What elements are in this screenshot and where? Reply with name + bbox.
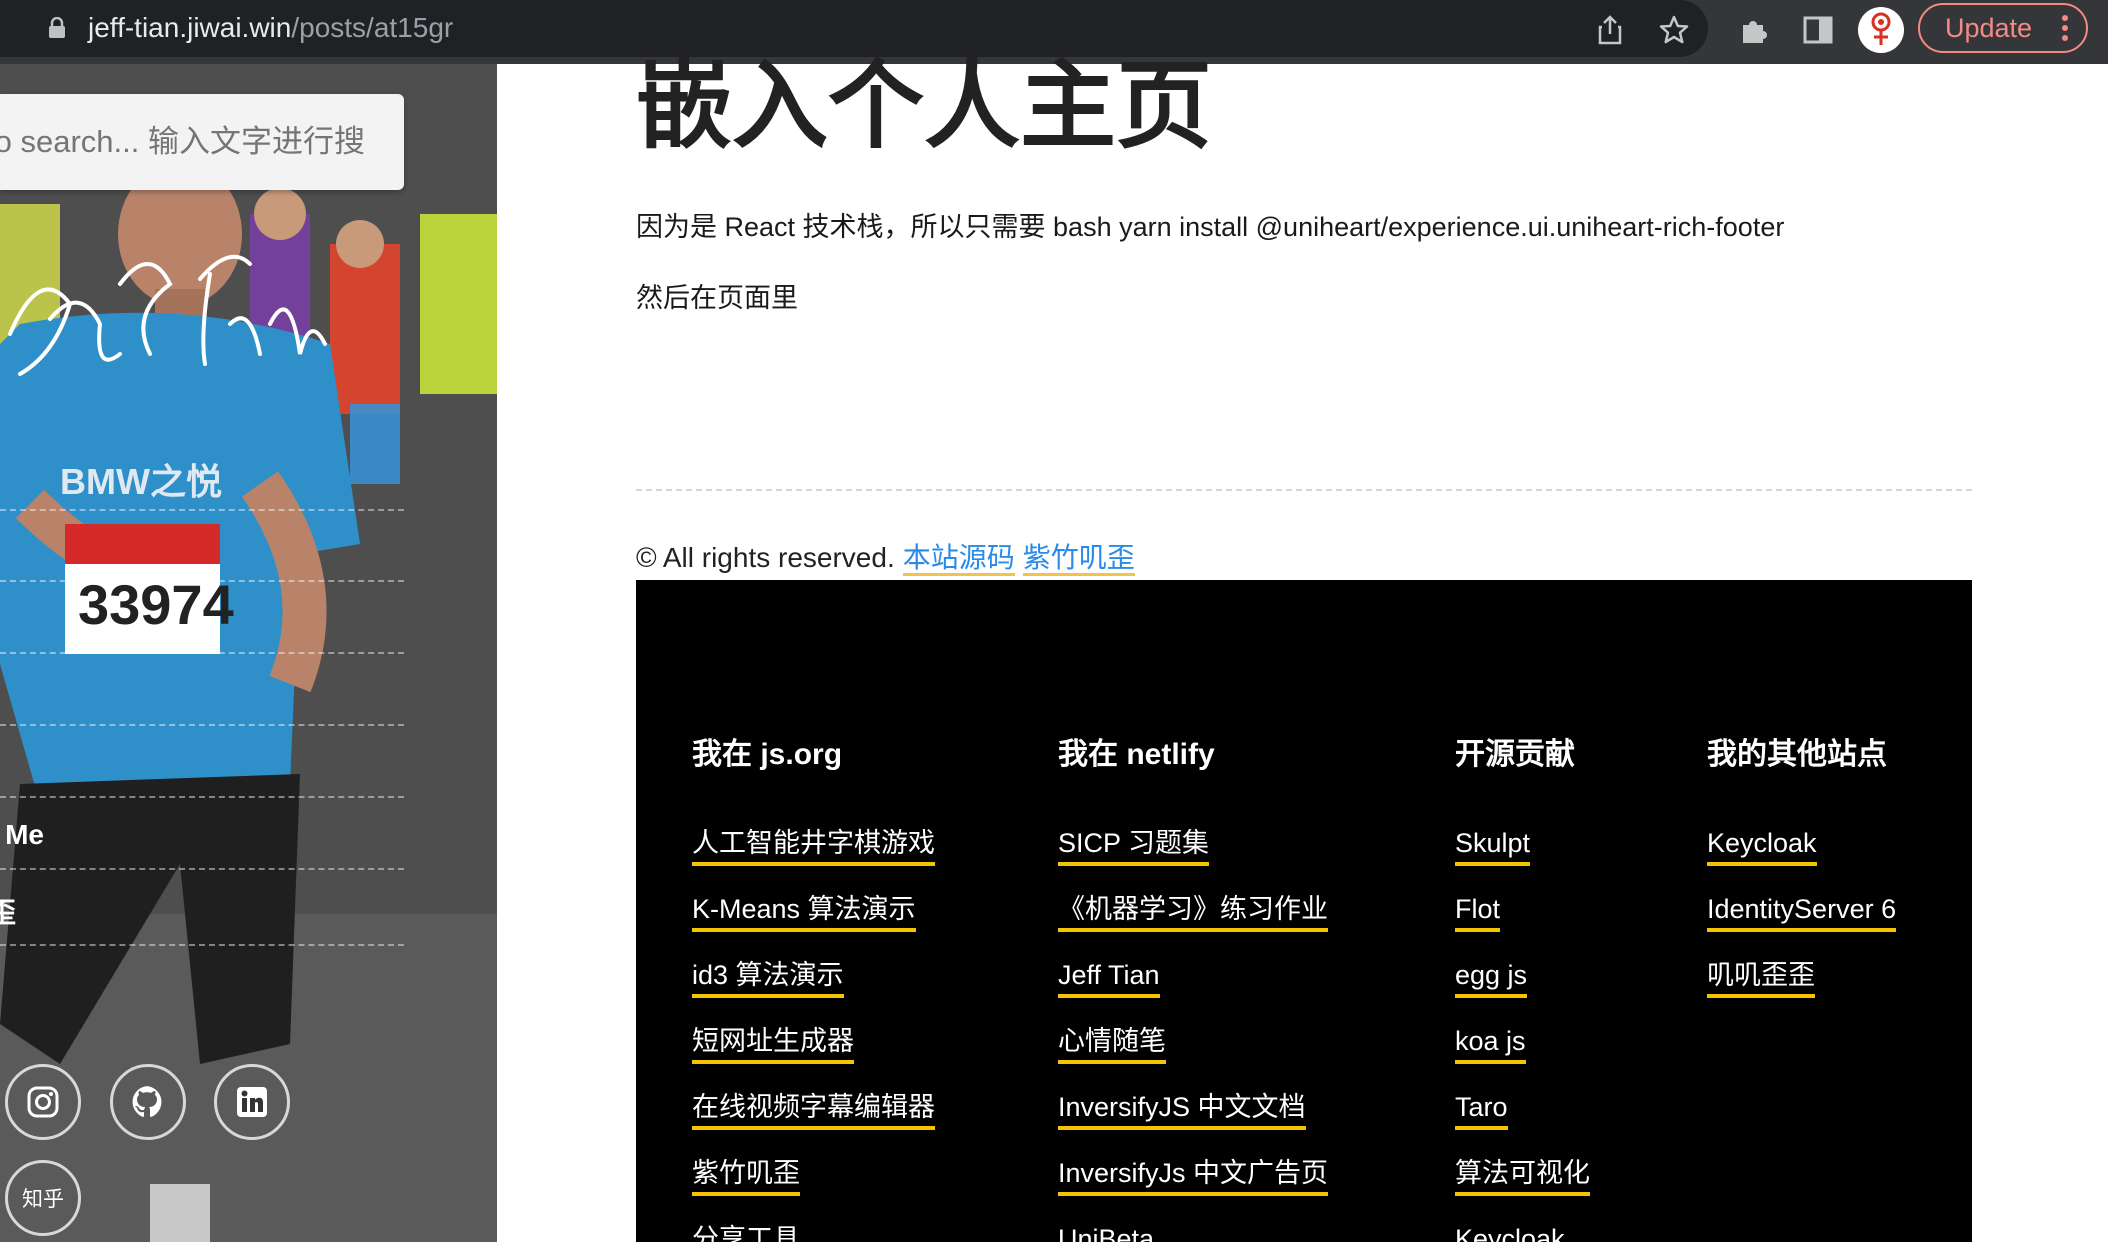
footer-link[interactable]: Keycloak	[1455, 1221, 1565, 1242]
footer-link[interactable]: 短网址生成器	[692, 1023, 854, 1064]
lock-icon[interactable]	[48, 17, 66, 39]
footer-link[interactable]: Jeff Tian	[1058, 957, 1160, 998]
footer-link[interactable]: 在线视频字幕编辑器	[692, 1089, 935, 1130]
svg-text:BMW之悦: BMW之悦	[60, 461, 222, 502]
footer-link[interactable]: Taro	[1455, 1089, 1508, 1130]
footer-link[interactable]: egg js	[1455, 957, 1528, 998]
url-path: /posts/at15gr	[291, 12, 454, 43]
nav-divider	[0, 868, 404, 870]
site-source-link[interactable]: 本站源码	[902, 542, 1015, 576]
share-icon[interactable]	[1590, 10, 1630, 50]
more-icon[interactable]	[2062, 15, 2068, 41]
star-icon[interactable]	[1654, 10, 1694, 50]
footer-link[interactable]: koa js	[1455, 1023, 1526, 1064]
nav-divider	[0, 944, 404, 946]
side-panel-icon[interactable]	[1798, 10, 1838, 50]
nav-item-contact[interactable]: t Me	[0, 819, 44, 851]
update-button[interactable]: Update	[1918, 3, 2088, 53]
nav-item-3[interactable]: 歪	[0, 891, 16, 931]
page-title: 嵌入个人主页	[636, 53, 1212, 160]
puzzle-icon[interactable]	[1734, 10, 1774, 50]
nav-divider	[0, 580, 404, 582]
sidebar: 33974 BMW之悦 t t Me 歪 知乎	[0, 64, 497, 1242]
footer-link[interactable]: UniBeta	[1058, 1221, 1154, 1242]
article-paragraph: 然后在页面里	[636, 283, 798, 313]
copyright-line: © All rights reserved. 本站源码 紫竹叽歪	[636, 538, 1135, 578]
footer-link[interactable]: SICP 习题集	[1058, 825, 1210, 866]
footer-link[interactable]: Flot	[1455, 891, 1501, 932]
footer-link[interactable]: 算法可视化	[1455, 1155, 1590, 1196]
address-bar[interactable]: jeff-tian.jiwai.win/posts/at15gr	[0, 0, 1708, 57]
update-label: Update	[1945, 13, 2033, 43]
url-host: jeff-tian.jiwai.win	[88, 12, 292, 43]
url-text[interactable]: jeff-tian.jiwai.win/posts/at15gr	[88, 10, 453, 46]
zhihu-label: 知乎	[22, 1188, 64, 1211]
article-paragraph: 因为是 React 技术栈，所以只需要 bash yarn install @u…	[636, 212, 1785, 242]
linkedin-icon[interactable]	[214, 1064, 290, 1140]
svg-text:33974: 33974	[78, 573, 234, 636]
profile-avatar[interactable]	[1858, 7, 1904, 53]
instagram-icon[interactable]	[5, 1064, 81, 1140]
footer-link[interactable]: IdentityServer 6	[1707, 891, 1897, 932]
footer-link[interactable]: InversifyJs 中文广告页	[1058, 1155, 1329, 1196]
rich-footer: 我在 js.org 人工智能井字棋游戏 K-Means 算法演示 id3 算法演…	[636, 580, 1972, 1242]
footer-link[interactable]: K-Means 算法演示	[692, 891, 916, 932]
footer-link[interactable]: 分享工具	[692, 1221, 800, 1242]
footer-separator	[636, 489, 1972, 491]
signature-logo	[8, 254, 327, 376]
footer-link[interactable]: InversifyJS 中文文档	[1058, 1089, 1306, 1130]
search-box[interactable]	[0, 94, 404, 190]
nav-divider	[0, 796, 404, 798]
github-icon[interactable]	[110, 1064, 186, 1140]
nav-divider	[0, 509, 404, 511]
footer-link[interactable]: Keycloak	[1707, 825, 1817, 866]
footer-link[interactable]: 《机器学习》练习作业	[1058, 891, 1328, 932]
nav-divider	[0, 652, 404, 654]
column-title: 我在 netlify	[1058, 738, 1215, 771]
zhihu-icon[interactable]: 知乎	[5, 1160, 81, 1236]
footer-link[interactable]: 心情随笔	[1058, 1023, 1166, 1064]
author-link[interactable]: 紫竹叽歪	[1022, 542, 1135, 576]
column-title: 我在 js.org	[692, 738, 843, 771]
column-title: 我的其他站点	[1707, 738, 1887, 771]
copyright-text: © All rights reserved.	[636, 542, 895, 573]
footer-link[interactable]: 人工智能井字棋游戏	[692, 825, 935, 866]
footer-link[interactable]: id3 算法演示	[692, 957, 844, 998]
nav-divider	[0, 724, 404, 726]
footer-link[interactable]: Skulpt	[1455, 825, 1531, 866]
search-input[interactable]	[0, 94, 404, 190]
column-title: 开源贡献	[1455, 738, 1575, 771]
footer-link[interactable]: 叽叽歪歪	[1707, 957, 1815, 998]
footer-link[interactable]: 紫竹叽歪	[692, 1155, 800, 1196]
